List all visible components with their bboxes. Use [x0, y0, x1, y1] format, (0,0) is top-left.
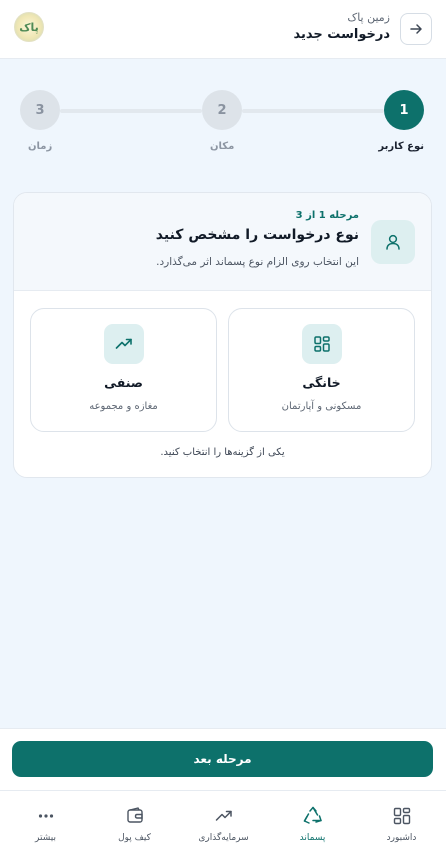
bottom-navigation: داشبورد پسماند سرمایه‌گذاری [0, 790, 446, 850]
nav-label: سرمایه‌گذاری [198, 833, 249, 843]
page-title: درخواست جدید [293, 27, 390, 42]
option-commercial[interactable]: صنفی مغازه و مجموعه [30, 308, 217, 432]
card-header: مرحله 1 از 3 نوع درخواست را مشخص کنید ای… [14, 193, 431, 291]
nav-label: داشبورد [386, 833, 417, 843]
nav-label: بیشتر [35, 833, 56, 843]
progress-stepper: 1 2 3 نوع کاربر مکان زمان [0, 90, 446, 160]
option-residential[interactable]: خانگی مسکونی و آپارتمان [228, 308, 415, 432]
step-3-label: زمان [28, 141, 53, 152]
user-icon [371, 220, 415, 264]
trend-up-icon [104, 324, 144, 364]
step-1-indicator: 1 [384, 90, 424, 130]
request-type-card: مرحله 1 از 3 نوع درخواست را مشخص کنید ای… [13, 192, 432, 478]
selection-hint: یکی از گزینه‌ها را انتخاب کنید. [160, 447, 285, 458]
cta-bar: مرحله بعد [0, 728, 446, 790]
header-subtitle: زمین پاک [347, 11, 390, 24]
nav-item-investment[interactable]: سرمایه‌گذاری [179, 791, 268, 850]
step-counter: مرحله 1 از 3 [295, 210, 359, 221]
step-3-indicator: 3 [20, 90, 60, 130]
step-connector [60, 109, 202, 113]
nav-item-waste[interactable]: پسماند [268, 791, 357, 850]
grid-icon [302, 324, 342, 364]
nav-item-more[interactable]: بیشتر [1, 791, 90, 850]
option-subtitle: مسکونی و آپارتمان [281, 401, 362, 412]
trend-up-icon [214, 805, 234, 827]
option-title: صنفی [104, 375, 143, 390]
step-1-label: نوع کاربر [378, 141, 424, 152]
option-title: خانگی [302, 375, 341, 390]
card-title: نوع درخواست را مشخص کنید [155, 227, 359, 243]
nav-label: کیف پول [118, 833, 151, 843]
step-connector [242, 109, 384, 113]
card-description: این انتخاب روی الزام نوع پسماند اثر می‌گ… [156, 256, 359, 268]
step-2-label: مکان [210, 141, 235, 152]
nav-item-wallet[interactable]: کیف پول [90, 791, 179, 850]
back-button[interactable] [400, 13, 432, 45]
next-step-button[interactable]: مرحله بعد [12, 741, 433, 777]
nav-item-dashboard[interactable]: داشبورد [357, 791, 446, 850]
wallet-icon [125, 805, 145, 827]
arrow-right-icon [410, 24, 422, 34]
dashboard-icon [392, 805, 412, 827]
more-icon [36, 805, 56, 827]
recycle-icon [302, 805, 324, 827]
step-2-indicator: 2 [202, 90, 242, 130]
nav-label: پسماند [299, 833, 326, 843]
logo-text: پاک [19, 20, 39, 34]
option-subtitle: مغازه و مجموعه [89, 401, 158, 412]
app-logo: پاک [14, 12, 44, 42]
app-header: زمین پاک درخواست جدید پاک [0, 0, 446, 59]
